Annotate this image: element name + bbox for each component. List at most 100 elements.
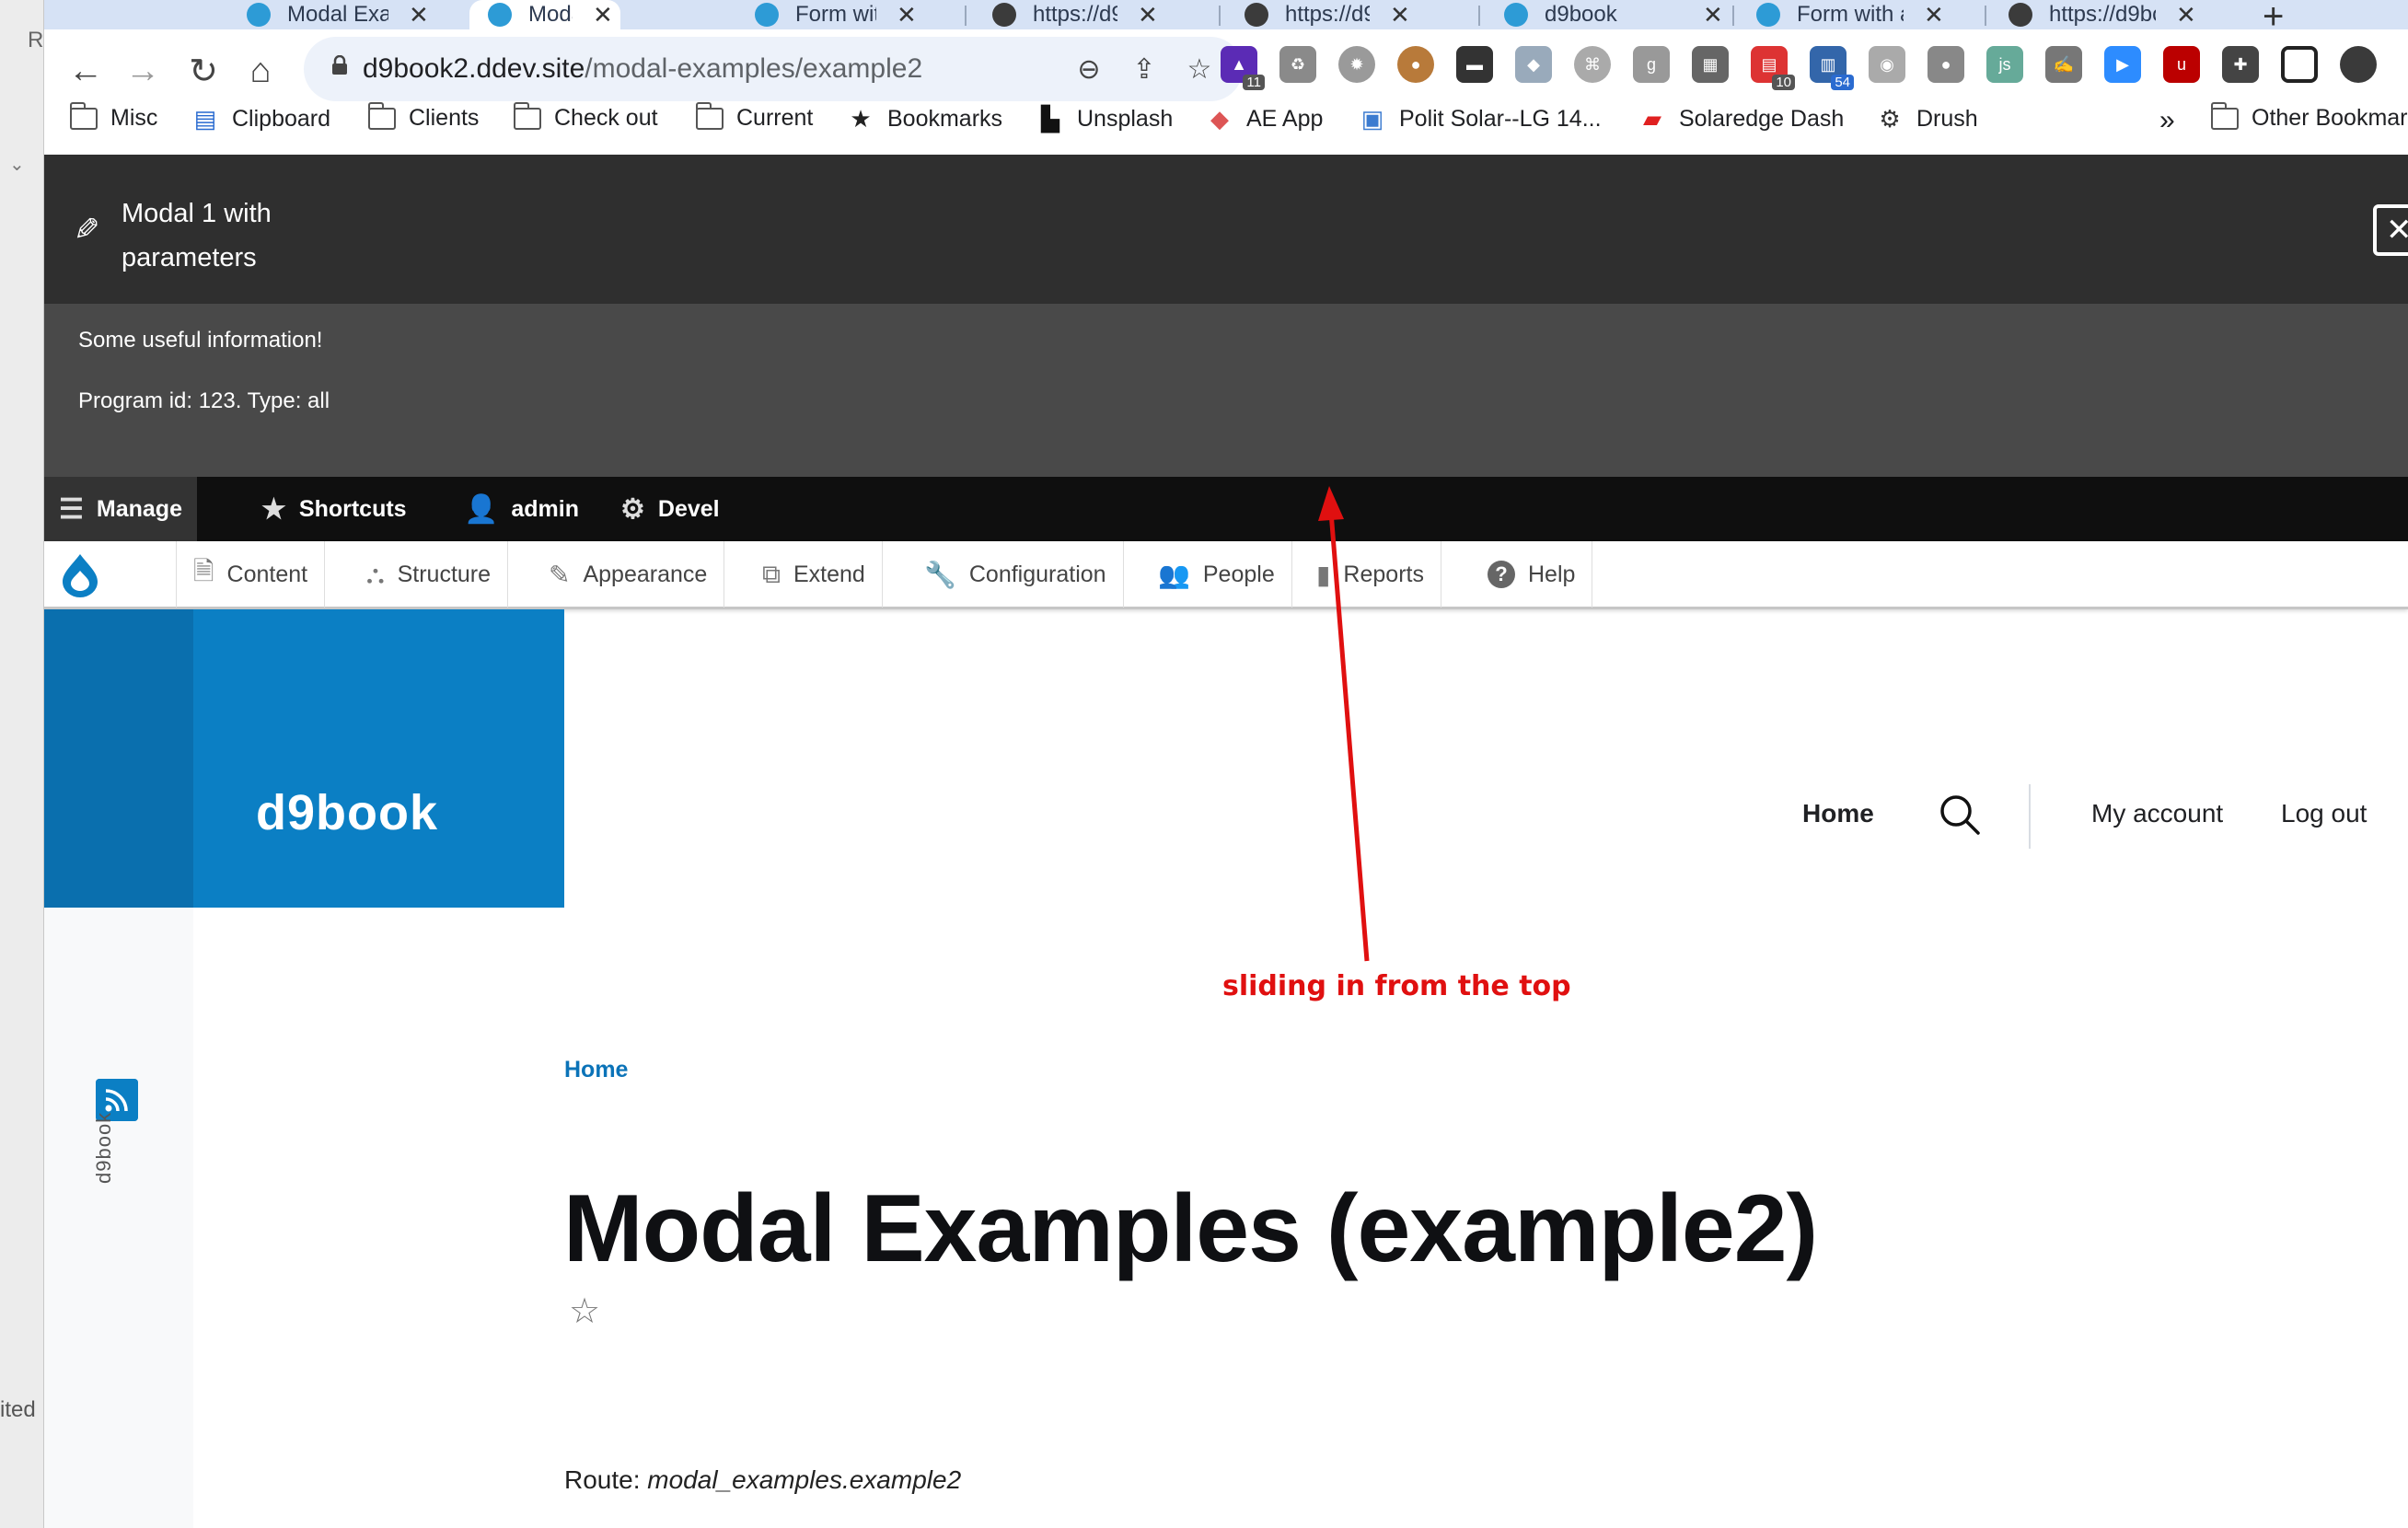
admin-item-label: Manage bbox=[96, 495, 182, 522]
extension-command-icon[interactable]: ⌘ bbox=[1574, 46, 1611, 83]
tray-content[interactable]: 🗎 Content bbox=[177, 541, 326, 608]
share-icon[interactable]: ⇪ bbox=[1127, 52, 1162, 87]
browser-tab[interactable]: d9book ✕ bbox=[1486, 0, 1734, 29]
extension-gear-icon[interactable]: ✹ bbox=[1338, 46, 1375, 83]
address-bar[interactable]: d9book2.ddev.site/modal-examples/example… bbox=[304, 37, 1243, 101]
extension-recycle-icon[interactable]: ♻ bbox=[1279, 46, 1316, 83]
extension-google-icon[interactable]: g bbox=[1633, 46, 1670, 83]
extension-camera-icon[interactable]: ◉ bbox=[1869, 46, 1905, 83]
extension-qr-icon[interactable]: ▦ bbox=[1692, 46, 1729, 83]
nav-home-link[interactable]: Home bbox=[1802, 799, 1874, 828]
search-icon[interactable] bbox=[1939, 793, 1981, 836]
modal-close-button[interactable]: ✕ bbox=[2373, 204, 2408, 256]
reload-button[interactable]: ↻ bbox=[180, 48, 226, 94]
bookmark-star-icon[interactable]: ☆ bbox=[1182, 52, 1217, 87]
url-path: /modal-examples/example2 bbox=[585, 53, 923, 84]
site-name[interactable]: d9book bbox=[256, 784, 438, 841]
extension-mask-icon[interactable]: ▬ bbox=[1456, 46, 1493, 83]
drupal-favicon-icon bbox=[1756, 3, 1780, 27]
pencil-icon: ✎ bbox=[2336, 973, 2356, 999]
extension-ublock-icon[interactable]: u bbox=[2163, 46, 2200, 83]
drupal-home-link[interactable] bbox=[44, 541, 177, 608]
extension-meter-icon[interactable]: ▥ 54 bbox=[1810, 46, 1854, 90]
favorite-star-icon[interactable]: ☆ bbox=[569, 1291, 600, 1332]
profile-avatar[interactable] bbox=[2340, 46, 2377, 83]
tray-label: Help bbox=[1528, 561, 1576, 587]
home-button[interactable]: ⌂ bbox=[237, 48, 284, 94]
tray-help[interactable]: ? Help bbox=[1471, 541, 1593, 608]
bookmarks-overflow-button[interactable]: » bbox=[2159, 105, 2175, 136]
extensions-puzzle-icon[interactable]: ✚ bbox=[2222, 46, 2259, 83]
extension-graduation-icon[interactable]: ▲ 11 bbox=[1221, 46, 1265, 90]
close-tab-icon[interactable]: ✕ bbox=[409, 1, 429, 29]
extension-js-icon[interactable]: js bbox=[1986, 46, 2023, 83]
bar-chart-icon: ▮ bbox=[1316, 560, 1331, 589]
modal-text-line: Some useful information! bbox=[78, 328, 323, 353]
nav-my-account-link[interactable]: My account bbox=[2091, 799, 2223, 828]
tab-separator bbox=[1985, 6, 1986, 26]
tray-appearance[interactable]: ✎ Appearance bbox=[532, 541, 725, 608]
tray-people[interactable]: 👥 People bbox=[1141, 541, 1292, 608]
bookmark-misc[interactable]: Misc bbox=[69, 101, 158, 132]
bookmark-label: Misc bbox=[110, 105, 158, 131]
close-tab-icon[interactable]: ✕ bbox=[1138, 1, 1158, 29]
browser-tab[interactable]: https://d9boo ✕ bbox=[974, 0, 1213, 29]
tray-extend[interactable]: ⧉ Extend bbox=[746, 541, 883, 608]
admin-edit-button[interactable]: ✎ Ed bbox=[2336, 954, 2394, 1018]
close-tab-icon[interactable]: ✕ bbox=[2176, 1, 2196, 29]
bookmark-clipboard[interactable]: ▤ Clipboard bbox=[191, 105, 330, 133]
extension-cookie-icon[interactable]: ● bbox=[1397, 46, 1434, 83]
browser-tab[interactable]: https://d9boo ✕ bbox=[1226, 0, 1465, 29]
tray-reports[interactable]: ▮ Reports bbox=[1300, 541, 1441, 608]
browser-tab-active[interactable]: Modal Examp ✕ bbox=[469, 0, 620, 29]
browser-tab[interactable]: Form with bo ✕ bbox=[736, 0, 948, 29]
admin-user[interactable]: 👤 admin bbox=[449, 477, 594, 541]
extension-bulb-icon[interactable]: ● bbox=[1928, 46, 1964, 83]
background-window-letter: R bbox=[28, 28, 44, 52]
browser-tab[interactable]: Modal Examp ✕ bbox=[228, 0, 468, 29]
bookmark-clients[interactable]: Clients bbox=[367, 101, 479, 132]
forward-button[interactable]: → bbox=[120, 48, 166, 94]
back-button[interactable]: ← bbox=[63, 48, 109, 94]
star-icon: ★ bbox=[850, 104, 872, 133]
tray-configuration[interactable]: 🔧 Configuration bbox=[908, 541, 1124, 608]
close-tab-icon[interactable]: ✕ bbox=[593, 1, 613, 29]
bookmark-solaredge-dash[interactable]: ▰ Solaredge Dash bbox=[1638, 105, 1844, 133]
zoom-icon[interactable]: ⊖ bbox=[1071, 52, 1106, 87]
extension-pen-icon[interactable]: ✍ bbox=[2045, 46, 2082, 83]
browser-tab[interactable]: https://d9boo ✕ bbox=[1990, 0, 2240, 29]
sidebar-toggle-icon[interactable] bbox=[2281, 46, 2318, 83]
tab-title: Form with bo bbox=[795, 2, 876, 27]
tray-structure[interactable]: ⛬ Structure bbox=[350, 541, 509, 608]
bookmark-unsplash[interactable]: ▙ Unsplash bbox=[1036, 105, 1173, 133]
bookmark-bookmarks[interactable]: ★ Bookmarks bbox=[847, 105, 1002, 133]
bookmark-check-out[interactable]: Check out bbox=[513, 101, 658, 132]
bookmark-label: Polit Solar--LG 14... bbox=[1399, 105, 1602, 132]
solar-icon: ▣ bbox=[1360, 104, 1384, 133]
extension-zoom-icon[interactable]: ▶ bbox=[2104, 46, 2141, 83]
extension-dropbox-icon[interactable]: ◆ bbox=[1515, 46, 1552, 83]
admin-devel[interactable]: ⚙ Devel bbox=[606, 477, 735, 541]
admin-shortcuts[interactable]: ★ Shortcuts bbox=[247, 477, 422, 541]
bookmark-label: Solaredge Dash bbox=[1679, 105, 1845, 132]
browser-tab[interactable]: Form with a ✕ bbox=[1738, 0, 1988, 29]
background-window-text: ited bbox=[0, 1397, 36, 1422]
extension-calendar-icon[interactable]: ▤ 10 bbox=[1751, 46, 1795, 90]
bookmark-current[interactable]: Current bbox=[695, 101, 813, 132]
breadcrumb-home-link[interactable]: Home bbox=[564, 1057, 628, 1083]
admin-toolbar: ☰ Manage ★ Shortcuts 👤 admin ⚙ Devel ✎ Ed bbox=[44, 477, 2408, 999]
close-tab-icon[interactable]: ✕ bbox=[897, 1, 917, 29]
close-tab-icon[interactable]: ✕ bbox=[1924, 1, 1944, 29]
drupal-favicon-icon bbox=[488, 3, 512, 27]
site-branding[interactable]: d9book bbox=[44, 609, 564, 908]
nav-log-out-link[interactable]: Log out bbox=[2281, 799, 2367, 828]
extension-badge: 11 bbox=[1243, 75, 1265, 90]
bookmark-drush[interactable]: ⚙ Drush bbox=[1876, 105, 1977, 133]
admin-manage[interactable]: ☰ Manage bbox=[44, 477, 197, 541]
bookmark-polit-solar[interactable]: ▣ Polit Solar--LG 14... bbox=[1359, 105, 1602, 133]
other-bookmarks[interactable]: Other Bookmarks bbox=[2210, 101, 2408, 132]
bookmark-ae-app[interactable]: ◆ AE App bbox=[1206, 105, 1323, 133]
bookmark-label: AE App bbox=[1246, 105, 1324, 132]
close-tab-icon[interactable]: ✕ bbox=[1703, 1, 1723, 29]
close-tab-icon[interactable]: ✕ bbox=[1390, 1, 1410, 29]
